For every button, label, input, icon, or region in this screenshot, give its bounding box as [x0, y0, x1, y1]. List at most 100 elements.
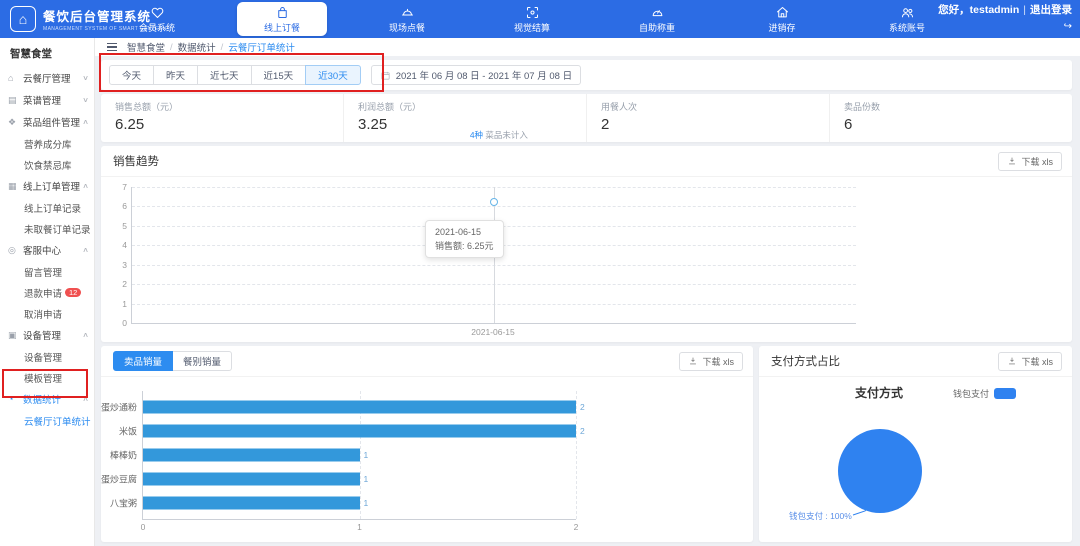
- filter-button-yesterday[interactable]: 昨天: [153, 65, 198, 85]
- chevron-up-icon: ∧: [82, 118, 89, 126]
- bar-category-label: 米饭: [119, 425, 137, 438]
- bar-5[interactable]: [143, 497, 360, 510]
- stat-items-sold: 卖品份数6: [830, 94, 1072, 142]
- stat-label: 利润总额（元）: [358, 100, 586, 113]
- sidebar-group-data-stats[interactable]: ◔数据统计∧: [0, 388, 94, 410]
- chevron-up-icon: ∧: [82, 246, 89, 254]
- breadcrumb: 智慧食堂 / 数据统计 / 云餐厅订单统计: [95, 38, 1080, 56]
- download-icon: [1007, 156, 1017, 166]
- bar-category-label: 蛋炒豆腐: [101, 473, 137, 486]
- collapse-menu-icon[interactable]: [107, 43, 117, 52]
- bar-category-label: 八宝粥: [110, 497, 137, 510]
- y-axis-tick: 0: [122, 318, 127, 328]
- stat-total-profit: 利润总额（元）3.254种 菜品未计入: [344, 94, 587, 142]
- nav-item-visual-checkout[interactable]: 视觉结算: [487, 0, 577, 38]
- download-xls-button-pie[interactable]: 下载 xls: [998, 352, 1062, 371]
- stat-label: 卖品份数: [844, 100, 1072, 113]
- sidebar-item-template-mgmt[interactable]: 模板管理: [0, 367, 94, 388]
- sidebar-item-message-mgmt[interactable]: 留言管理: [0, 261, 94, 282]
- breadcrumb-home[interactable]: 智慧食堂: [127, 40, 165, 54]
- sidebar-group-device-mgmt[interactable]: ▣设备管理∧: [0, 324, 94, 346]
- breadcrumb-current: 云餐厅订单统计: [228, 40, 295, 54]
- download-xls-button-bars[interactable]: 下载 xls: [679, 352, 743, 371]
- breadcrumb-section[interactable]: 数据统计: [178, 40, 216, 54]
- sidebar-group-dish-component-mgmt[interactable]: ❖菜品组件管理∧: [0, 111, 94, 133]
- data-point-marker: [490, 198, 498, 206]
- date-range-picker[interactable]: 2021 年 06 月 08 日 - 2021 年 07 月 08 日: [371, 65, 581, 85]
- nav-item-online-ordering[interactable]: 线上订餐: [237, 2, 327, 36]
- y-axis-tick: 2: [122, 279, 127, 289]
- sidebar-item-cancel-requests[interactable]: 取消申请: [0, 303, 94, 324]
- sidebar-item-uncollected-order-records[interactable]: 未取餐订单记录: [0, 218, 94, 239]
- download-xls-button-trend[interactable]: 下载 xls: [998, 152, 1062, 171]
- bar-value-label: 2: [580, 426, 585, 436]
- filter-button-today[interactable]: 今天: [109, 65, 154, 85]
- y-axis-tick: 6: [122, 201, 127, 211]
- pie-legend[interactable]: 钱包支付: [953, 387, 1016, 400]
- stat-diners-count: 用餐人次 2: [587, 94, 830, 142]
- chevron-up-icon: ∧: [82, 395, 89, 403]
- pie-slice-label: 钱包支付 : 100%: [789, 510, 852, 522]
- pie-label-line: [851, 495, 881, 517]
- logo-house-icon: ⌂: [10, 6, 36, 32]
- chevron-down-icon: ∨: [82, 74, 89, 82]
- divider: |: [1023, 4, 1026, 16]
- breadcrumb-separator: /: [221, 42, 224, 53]
- logout-link[interactable]: 退出登录: [1030, 4, 1072, 16]
- filter-button-last30days[interactable]: 近30天: [305, 65, 361, 85]
- filter-button-last15days[interactable]: 近15天: [251, 65, 307, 85]
- sidebar-title: 智慧食堂: [0, 38, 94, 67]
- sales-trend-chart[interactable]: 76543210 2021-06-15 2021-06-15 销售额: 6.25…: [101, 177, 1072, 342]
- sidebar-item-device-mgmt-sub[interactable]: 设备管理: [0, 346, 94, 367]
- logout-icon[interactable]: ↪: [938, 19, 1072, 34]
- item-sales-bar-chart[interactable]: 012蛋炒通粉2米饭2棒棒奶1蛋炒豆腐1八宝粥1: [101, 377, 753, 540]
- bar-4[interactable]: [143, 473, 360, 486]
- greeting-text: 您好，testadmin: [938, 4, 1019, 16]
- nav-item-member-system[interactable]: 会员系统: [112, 0, 202, 38]
- sidebar-group-label: 云餐厅管理: [23, 71, 71, 85]
- download-icon: [1007, 356, 1017, 366]
- tab-meal-type-sales[interactable]: 餐别销量: [172, 351, 232, 371]
- heart-icon: [150, 4, 165, 20]
- sidebar-item-online-order-records[interactable]: 线上订单记录: [0, 197, 94, 218]
- sidebar-group-cloud-restaurant-mgmt[interactable]: ⌂云餐厅管理∨: [0, 67, 94, 89]
- sidebar-item-diet-taboo-library[interactable]: 饮食禁忌库: [0, 154, 94, 175]
- sidebar-group-service-center[interactable]: ◎客服中心∧: [0, 239, 94, 261]
- sidebar-group-label: 菜谱管理: [23, 93, 61, 107]
- scale-icon: [650, 4, 665, 20]
- stats-icon: ◔: [8, 395, 19, 404]
- filter-button-last7days[interactable]: 近七天: [197, 65, 252, 85]
- chevron-up-icon: ∧: [82, 182, 89, 190]
- sidebar-item-label: 营养成分库: [24, 137, 72, 151]
- stat-label: 用餐人次: [601, 100, 829, 113]
- bar-2[interactable]: [143, 425, 576, 438]
- sidebar-item-label: 未取餐订单记录: [24, 222, 91, 236]
- bar-value-label: 1: [364, 474, 369, 484]
- bar-3[interactable]: [143, 449, 360, 462]
- legend-swatch: [994, 388, 1016, 399]
- stat-label: 销售总额（元）: [115, 100, 343, 113]
- tab-item-sales[interactable]: 卖品销量: [113, 351, 173, 371]
- nav-item-label: 会员系统: [139, 21, 175, 34]
- nav-item-onsite-ordering[interactable]: 现场点餐: [362, 0, 452, 38]
- sidebar-group-online-order-mgmt[interactable]: ▦线上订单管理∧: [0, 175, 94, 197]
- chevron-up-icon: ∧: [82, 331, 89, 339]
- component-icon: ❖: [8, 118, 19, 127]
- sidebar-item-label: 模板管理: [24, 371, 62, 385]
- gridline: [576, 391, 577, 519]
- bar-value-label: 1: [364, 498, 369, 508]
- sidebar-item-refund-requests[interactable]: 退款申请12: [0, 282, 94, 303]
- stat-value: 2: [601, 116, 829, 133]
- nav-item-inventory[interactable]: 进销存: [737, 0, 827, 38]
- nav-item-self-weighing[interactable]: 自助称重: [612, 0, 702, 38]
- bar-1[interactable]: [143, 401, 576, 414]
- payment-pie-chart[interactable]: 支付方式 钱包支付 钱包支付 : 100%: [759, 377, 1072, 540]
- sidebar-item-nutrition-library[interactable]: 营养成分库: [0, 133, 94, 154]
- takeout-bag-icon: [275, 4, 290, 20]
- chevron-down-icon: ∨: [82, 96, 89, 104]
- sidebar-item-cloud-restaurant-order-stats[interactable]: 云餐厅订单统计: [0, 410, 94, 431]
- y-axis-tick: 7: [122, 182, 127, 192]
- sidebar-group-recipe-mgmt[interactable]: ▤菜谱管理∨: [0, 89, 94, 111]
- date-filter-row: 今天昨天近七天近15天近30天 2021 年 06 月 08 日 - 2021 …: [101, 60, 1072, 90]
- pie-chart-title: 支付方式: [855, 384, 903, 401]
